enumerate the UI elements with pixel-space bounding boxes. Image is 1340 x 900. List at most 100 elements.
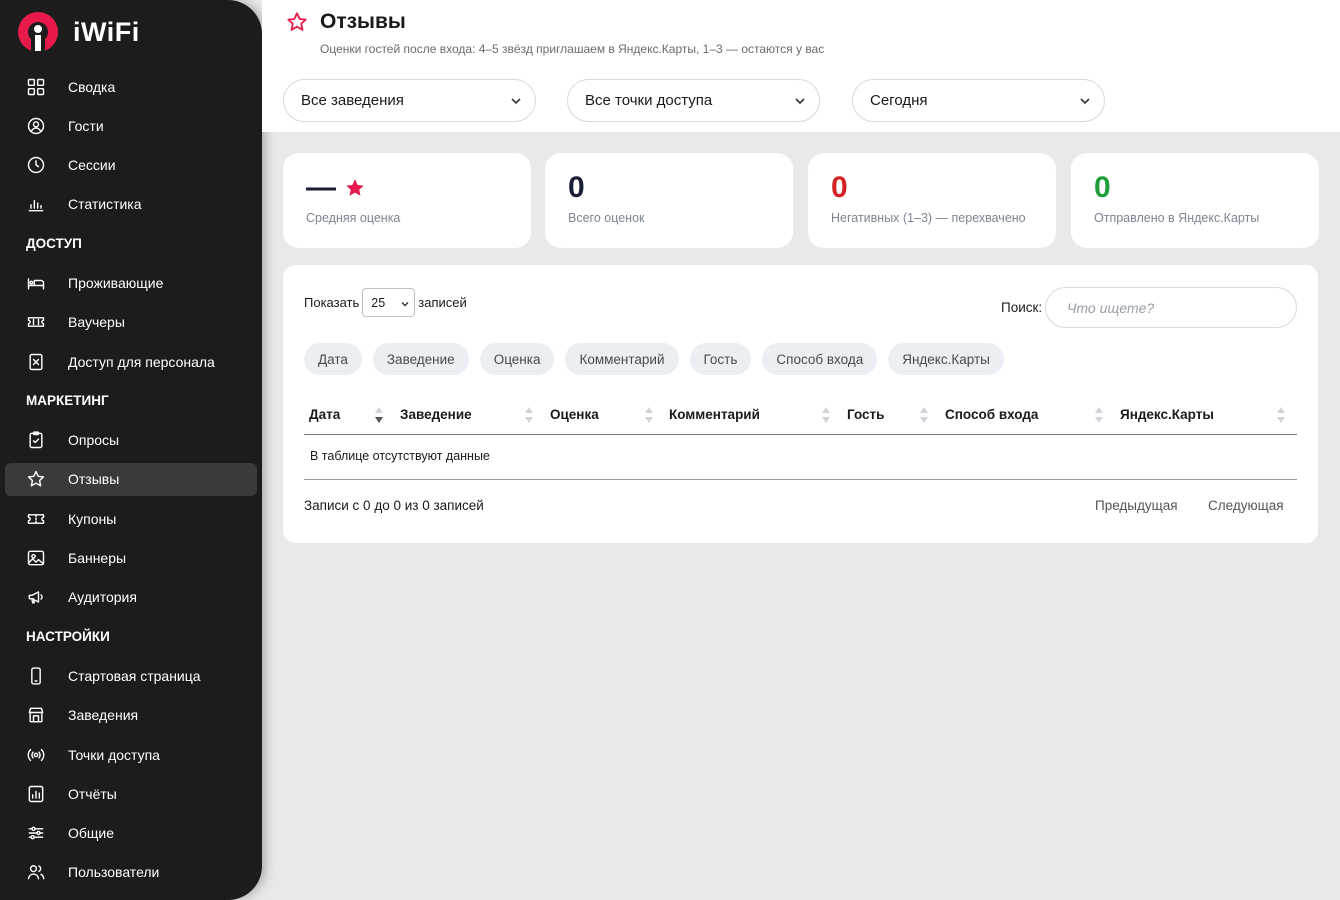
sort-icon[interactable] xyxy=(919,405,929,425)
sidebar-item[interactable]: Купоны xyxy=(5,502,257,535)
sidebar-section-heading: МАРКЕТИНГ xyxy=(26,393,109,409)
column-header[interactable]: Дата xyxy=(309,407,340,422)
column-header[interactable]: Яндекс.Карты xyxy=(1120,407,1214,422)
sidebar-nav: Сводка Гости Сессии Статистика ДОСТУП Прожива… xyxy=(5,70,257,895)
sidebar-item-label: Гости xyxy=(68,117,104,134)
column-header[interactable]: Способ входа xyxy=(945,407,1038,422)
sidebar-item[interactable]: Пользователи xyxy=(5,856,257,889)
column-toggle-chip[interactable]: Яндекс.Карты xyxy=(888,343,1004,375)
image-icon xyxy=(25,547,47,569)
users-icon xyxy=(25,861,47,883)
sidebar-item[interactable]: Доступ для персонала xyxy=(5,345,257,378)
sidebar-item-label: Проживающие xyxy=(68,274,164,291)
access-point-filter-dropdown[interactable]: Все точки доступа xyxy=(567,79,820,122)
previous-page-button[interactable]: Предыдущая xyxy=(1095,498,1178,513)
sort-icon[interactable] xyxy=(524,405,534,425)
sidebar-item[interactable]: Гости xyxy=(5,109,257,142)
next-page-button[interactable]: Следующая xyxy=(1208,498,1284,513)
star-outline-icon xyxy=(287,12,307,31)
bed-icon xyxy=(25,272,47,294)
venue-filter-value: Все заведения xyxy=(301,92,404,109)
column-toggle-chip[interactable]: Комментарий xyxy=(565,343,679,375)
stat-value: 0 xyxy=(1094,171,1111,204)
sidebar-item-label: Сводка xyxy=(68,78,116,95)
sort-icon[interactable] xyxy=(821,405,831,425)
table-divider xyxy=(304,479,1297,480)
column-toggle-chip[interactable]: Дата xyxy=(304,343,362,375)
sidebar-item[interactable]: Заведения xyxy=(5,699,257,732)
sort-icon[interactable] xyxy=(1276,405,1286,425)
show-label: Показать xyxy=(304,295,360,310)
sidebar-item[interactable]: Проживающие xyxy=(5,266,257,299)
staff-badge-icon xyxy=(25,351,47,373)
store-icon xyxy=(25,704,47,726)
sidebar-item-label: Заведения xyxy=(68,707,139,724)
sidebar-item[interactable]: Сессии xyxy=(5,149,257,182)
column-toggle-chip[interactable]: Гость xyxy=(689,343,752,375)
star-filled-icon xyxy=(346,179,364,196)
page-title: Отзывы xyxy=(320,10,406,33)
period-filter-dropdown[interactable]: Сегодня xyxy=(852,79,1105,122)
sidebar-item-label: Доступ для персонала xyxy=(68,353,215,370)
sidebar-section-heading: НАСТРОЙКИ xyxy=(26,629,110,645)
clock-icon xyxy=(25,154,47,176)
column-header[interactable]: Оценка xyxy=(550,407,599,422)
column-toggle-chip[interactable]: Заведение xyxy=(372,343,469,375)
average-rating-value: — xyxy=(306,171,336,204)
app-name: iWiFi xyxy=(73,16,140,47)
column-header[interactable]: Заведение xyxy=(400,407,472,422)
sidebar-item[interactable]: Баннеры xyxy=(5,542,257,575)
stat-caption: Средняя оценка xyxy=(306,211,401,225)
sidebar-item[interactable]: Статистика xyxy=(5,188,257,221)
stat-card-negative: 0 Негативных (1–3) — перехвачено xyxy=(808,153,1056,248)
sidebar-item[interactable]: Точки доступа xyxy=(5,738,257,771)
reviews-table-panel: Показать 25 записей Поиск: Дата Заведение… xyxy=(283,265,1318,543)
chevron-down-icon xyxy=(795,98,805,105)
stat-value: 0 xyxy=(831,171,848,204)
table-header: Дата Заведение Оценка Комментарий Гость Спосо… xyxy=(304,397,1297,435)
star-icon xyxy=(25,468,47,490)
column-header[interactable]: Гость xyxy=(847,407,884,422)
chevron-down-icon xyxy=(401,302,409,307)
sidebar-item[interactable]: Отчёты xyxy=(5,777,257,810)
dashboard-grid-icon xyxy=(25,76,47,98)
sidebar-item[interactable]: Опросы xyxy=(5,424,257,457)
sidebar-item-label: Ваучеры xyxy=(68,314,125,331)
sidebar-item[interactable]: Аудитория xyxy=(5,581,257,614)
sidebar-item-label: Аудитория xyxy=(68,589,137,606)
stat-caption: Всего оценок xyxy=(568,211,645,225)
page-size-select[interactable]: 25 xyxy=(362,288,416,317)
page-subtitle: Оценки гостей после входа: 4–5 звёзд при… xyxy=(320,42,825,56)
venue-filter-dropdown[interactable]: Все заведения xyxy=(283,79,536,122)
phone-icon xyxy=(25,665,47,687)
sort-icon[interactable] xyxy=(1094,405,1104,425)
sidebar-item-label: Точки доступа xyxy=(68,746,160,763)
sidebar-item[interactable]: Сводка xyxy=(5,70,257,103)
column-toggle-chip[interactable]: Способ входа xyxy=(762,343,878,375)
logo-icon xyxy=(17,11,59,53)
records-label: записей xyxy=(418,295,467,310)
bar-chart-icon xyxy=(25,193,47,215)
search-input[interactable] xyxy=(1045,287,1297,328)
sidebar-item[interactable]: Стартовая страница xyxy=(5,659,257,692)
column-header[interactable]: Комментарий xyxy=(669,407,760,422)
empty-table-message: В таблице отсутствуют данные xyxy=(310,449,490,463)
stat-value: — xyxy=(306,171,366,205)
sidebar-item-label: Статистика xyxy=(68,196,142,213)
column-toggle-chip[interactable]: Оценка xyxy=(479,343,555,375)
table-info: Записи с 0 до 0 из 0 записей xyxy=(304,498,484,513)
user-circle-icon xyxy=(25,115,47,137)
chevron-down-icon xyxy=(1080,98,1090,105)
stat-card-sent-yandex: 0 Отправлено в Яндекс.Карты xyxy=(1071,153,1319,248)
access-point-filter-value: Все точки доступа xyxy=(585,92,713,109)
stat-value: 0 xyxy=(568,171,585,204)
sidebar-item[interactable]: Ваучеры xyxy=(5,306,257,339)
sort-icon[interactable] xyxy=(644,405,654,425)
sort-desc-icon[interactable] xyxy=(374,405,384,425)
sidebar-item-label: Общие xyxy=(68,825,115,842)
sidebar-item[interactable]: Отзывы xyxy=(5,462,257,496)
sidebar-item-label: Отчёты xyxy=(68,785,117,802)
app-logo[interactable]: iWiFi xyxy=(17,11,140,53)
chevron-down-icon xyxy=(511,98,521,105)
sidebar-item[interactable]: Общие xyxy=(5,817,257,850)
